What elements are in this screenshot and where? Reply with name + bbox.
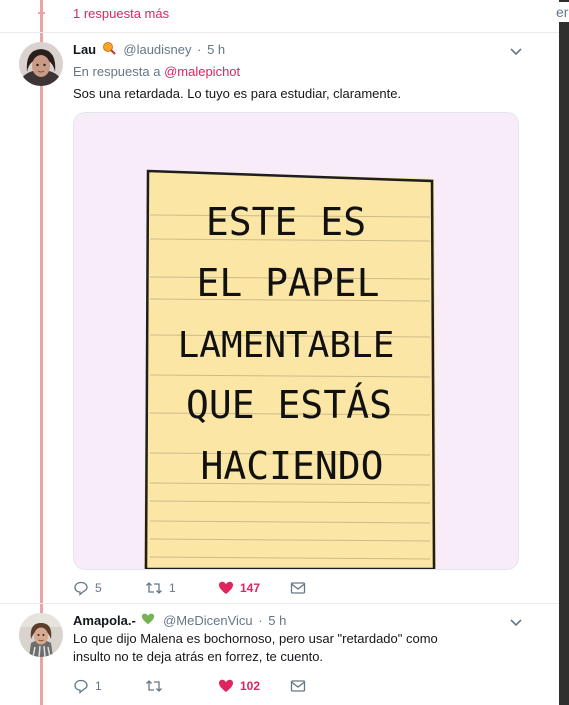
media-line: LAMENTABLE — [178, 325, 395, 366]
magnifier-emoji-icon — [102, 41, 116, 60]
thread-line — [40, 0, 43, 705]
tweet-header: Lau @laudisney · 5 h — [73, 41, 225, 60]
display-name[interactable]: Amapola.- — [73, 613, 136, 628]
like-count: 147 — [240, 581, 261, 595]
tweet-header: Amapola.- @MeDicenVicu · 5 h — [73, 612, 286, 631]
media-line: EL PAPEL — [196, 261, 379, 305]
tweet-text: Lo que dijo Malena es bochornoso, pero u… — [73, 631, 438, 664]
retweet-count: 1 — [169, 581, 176, 595]
reply-prefix: En respuesta a — [73, 64, 161, 79]
heart-icon — [219, 581, 233, 594]
tweet-text: Sos una retardada. Lo tuyo es para estud… — [73, 86, 402, 101]
heart-icon — [219, 679, 233, 692]
divider — [0, 32, 559, 33]
separator-dot: · — [197, 42, 202, 57]
chevron-down-icon[interactable] — [509, 44, 523, 58]
display-name[interactable]: Lau — [73, 42, 96, 57]
direct-message-button[interactable] — [290, 677, 306, 695]
separator-dot: · — [258, 613, 263, 628]
reply-button[interactable]: 1 — [73, 677, 102, 695]
chevron-down-icon[interactable] — [509, 615, 523, 629]
like-button[interactable]: 102 — [218, 677, 260, 695]
reply-count: 5 — [95, 581, 102, 595]
timestamp[interactable]: 5 h — [268, 613, 286, 628]
divider — [0, 603, 559, 604]
reply-button[interactable]: 5 — [73, 579, 102, 597]
reply-handle-link[interactable]: @malepichot — [164, 64, 240, 79]
like-button[interactable]: 147 — [218, 579, 260, 597]
avatar[interactable] — [19, 42, 63, 86]
handle[interactable]: @laudisney — [123, 42, 191, 57]
reply-context: En respuesta a @malepichot — [73, 64, 240, 79]
like-count: 102 — [240, 679, 261, 693]
sidebar-fragment-text: er — [556, 2, 569, 22]
tweet-media[interactable]: ESTE ES EL PAPEL LAMENTABLE QUE ESTÁS HA… — [73, 112, 519, 570]
media-line: QUE ESTÁS — [186, 383, 392, 427]
tweet-actions: 1 102 — [73, 677, 333, 695]
reply-icon — [74, 581, 88, 596]
media-line: ESTE ES — [206, 200, 366, 244]
reply-count: 1 — [95, 679, 102, 693]
media-line: HACIENDO — [200, 444, 383, 488]
envelope-icon — [290, 582, 306, 594]
retweet-button[interactable] — [145, 677, 169, 695]
more-replies-link[interactable]: 1 respuesta más — [73, 6, 169, 21]
direct-message-button[interactable] — [290, 579, 306, 597]
thread-dots — [38, 12, 45, 14]
reply-icon — [74, 679, 88, 694]
retweet-button[interactable]: 1 — [145, 579, 176, 597]
retweet-icon — [146, 582, 162, 594]
tweet-actions: 5 1 147 — [73, 579, 333, 597]
envelope-icon — [290, 680, 306, 692]
scrollbar[interactable] — [559, 0, 569, 705]
green-heart-emoji-icon — [141, 612, 155, 631]
timestamp[interactable]: 5 h — [207, 42, 225, 57]
retweet-icon — [146, 680, 162, 692]
avatar[interactable] — [19, 613, 63, 657]
handle[interactable]: @MeDicenVicu — [163, 613, 253, 628]
